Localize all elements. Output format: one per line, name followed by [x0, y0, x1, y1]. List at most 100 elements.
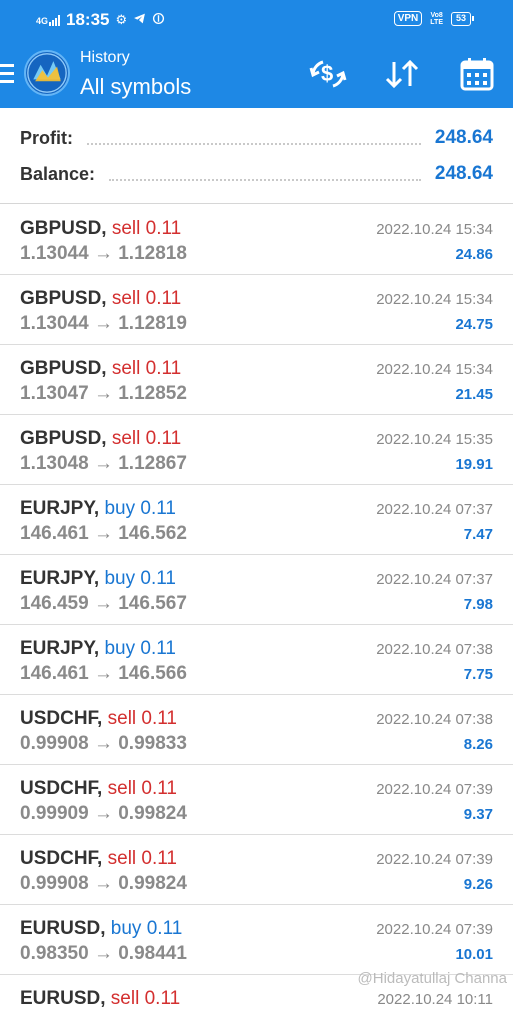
deal-volume: 0.11: [141, 708, 177, 729]
deal-prices: 146.461 → 146.566: [20, 663, 187, 684]
deal-profit: 21.45: [455, 386, 493, 403]
gear-icon: ⚙: [115, 12, 128, 27]
deal-time: 2022.10.24 07:38: [376, 711, 493, 728]
deal-symbol-line: EURUSD, buy 0.11: [20, 918, 182, 940]
deal-volume: 0.11: [145, 428, 182, 449]
calendar-button[interactable]: [455, 54, 499, 94]
deal-time: 2022.10.24 07:37: [376, 501, 493, 518]
deal-symbol-line: EURUSD, sell 0.11: [20, 988, 180, 1010]
deal-side: buy: [104, 638, 136, 659]
deal-profit: 10.01: [455, 946, 493, 963]
deal-symbol: USDCHF,: [20, 848, 103, 869]
currency-exchange-button[interactable]: $: [306, 54, 350, 94]
deal-time: 2022.10.24 15:35: [376, 431, 493, 448]
app-toolbar: History All symbols $: [0, 40, 513, 108]
svg-text:$: $: [321, 61, 333, 86]
deal-symbol: USDCHF,: [20, 778, 103, 799]
deal-side: sell: [107, 708, 137, 729]
currency-exchange-icon: $: [309, 58, 347, 90]
page-title: History: [80, 49, 130, 66]
deal-time: 2022.10.24 15:34: [376, 291, 493, 308]
balance-row: Balance: 248.64: [20, 159, 493, 189]
deal-time: 2022.10.24 07:39: [376, 921, 493, 938]
deal-symbol: GBPUSD,: [20, 288, 107, 309]
deal-volume: 0.11: [141, 848, 177, 869]
deal-prices: 1.13047 → 1.12852: [20, 383, 187, 404]
deal-row[interactable]: USDCHF, sell 0.11 0.99908 → 0.99833 2022.1…: [0, 695, 513, 765]
deal-profit: 7.98: [463, 596, 493, 613]
deal-time: 2022.10.24 10:11: [377, 991, 493, 1008]
deal-history-list: GBPUSD, sell 0.11 1.13044 → 1.12818 2022.1…: [0, 205, 513, 1013]
sort-icon: [384, 58, 420, 90]
volte-icon: Vo8 LTE: [430, 11, 443, 26]
symbol-filter-label[interactable]: All symbols: [80, 74, 191, 100]
deal-symbol: EURJPY,: [20, 568, 100, 589]
deal-profit: 9.26: [463, 876, 493, 893]
profit-row: Profit: 248.64: [20, 123, 493, 153]
deal-volume: 0.11: [140, 498, 176, 519]
deal-symbol-line: GBPUSD, sell 0.11: [20, 218, 181, 240]
deal-volume: 0.11: [145, 288, 182, 309]
deal-symbol: GBPUSD,: [20, 428, 107, 449]
deal-symbol: EURUSD,: [20, 988, 106, 1009]
deal-row[interactable]: USDCHF, sell 0.11 0.99908 → 0.99824 2022.1…: [0, 835, 513, 905]
sort-button[interactable]: [380, 54, 424, 94]
deal-time: 2022.10.24 15:34: [376, 361, 493, 378]
deal-profit: 24.86: [455, 246, 493, 263]
deal-prices: 1.13048 → 1.12867: [20, 453, 187, 474]
deal-row[interactable]: GBPUSD, sell 0.11 1.13048 → 1.12867 2022.1…: [0, 415, 513, 485]
deal-profit: 19.91: [455, 456, 493, 473]
deal-symbol-line: GBPUSD, sell 0.11: [20, 288, 181, 310]
deal-volume: 0.11: [141, 778, 177, 799]
deal-side: sell: [110, 988, 140, 1009]
deal-prices: 0.99908 → 0.99833: [20, 733, 187, 754]
deal-volume: 0.11: [140, 638, 176, 659]
deal-side: buy: [110, 918, 142, 939]
balance-value: 248.64: [434, 163, 493, 184]
deal-symbol-line: GBPUSD, sell 0.11: [20, 428, 181, 450]
status-bar-right: VPN Vo8 LTE 53: [393, 11, 475, 26]
balance-label: Balance:: [20, 163, 96, 184]
deal-profit: 24.75: [455, 316, 493, 333]
hamburger-menu-icon[interactable]: [0, 64, 14, 84]
deal-row[interactable]: GBPUSD, sell 0.11 1.13047 → 1.12852 2022.1…: [0, 345, 513, 415]
deal-profit: 7.75: [463, 666, 493, 683]
deal-volume: 0.11: [140, 568, 176, 589]
deal-prices: 146.459 → 146.567: [20, 593, 187, 614]
deal-row[interactable]: EURJPY, buy 0.11 146.459 → 146.567 2022.10…: [0, 555, 513, 625]
status-bar-left: 4G 18:35 ⚙: [36, 10, 165, 30]
deal-row[interactable]: EURUSD, buy 0.11 0.98350 → 0.98441 2022.10…: [0, 905, 513, 975]
calendar-icon: [459, 56, 495, 92]
deal-time: 2022.10.24 07:38: [376, 641, 493, 658]
deal-symbol: GBPUSD,: [20, 218, 107, 239]
deal-symbol: GBPUSD,: [20, 358, 107, 379]
deal-symbol: EURUSD,: [20, 918, 106, 939]
deal-symbol-line: USDCHF, sell 0.11: [20, 778, 177, 800]
deal-symbol-line: USDCHF, sell 0.11: [20, 708, 177, 730]
deal-row[interactable]: GBPUSD, sell 0.11 1.13044 → 1.12818 2022.1…: [0, 205, 513, 275]
deal-profit: 8.26: [463, 736, 493, 753]
deal-volume: 0.11: [145, 218, 182, 239]
deal-prices: 146.461 → 146.562: [20, 523, 187, 544]
dotted-leader: [109, 177, 421, 181]
deal-symbol: USDCHF,: [20, 708, 103, 729]
deal-prices: 1.13044 → 1.12818: [20, 243, 187, 264]
profit-label: Profit:: [20, 127, 73, 148]
deal-time: 2022.10.24 07:39: [376, 851, 493, 868]
deal-profit: 9.37: [463, 806, 493, 823]
deal-side: buy: [104, 498, 136, 519]
deal-symbol-line: EURJPY, buy 0.11: [20, 498, 176, 520]
deal-prices: 0.99908 → 0.99824: [20, 873, 187, 894]
deal-row[interactable]: EURJPY, buy 0.11 146.461 → 146.566 2022.10…: [0, 625, 513, 695]
deal-time: 2022.10.24 07:37: [376, 571, 493, 588]
deal-time: 2022.10.24 15:34: [376, 221, 493, 238]
telegram-icon: [133, 12, 146, 28]
deal-side: sell: [107, 778, 137, 799]
deal-symbol-line: EURJPY, buy 0.11: [20, 638, 176, 660]
deal-prices: 0.98350 → 0.98441: [20, 943, 187, 964]
deal-row[interactable]: USDCHF, sell 0.11 0.99909 → 0.99824 2022.1…: [0, 765, 513, 835]
deal-row[interactable]: EURJPY, buy 0.11 146.461 → 146.562 2022.10…: [0, 485, 513, 555]
deal-time: 2022.10.24 07:39: [376, 781, 493, 798]
deal-side: sell: [111, 358, 141, 379]
deal-row[interactable]: GBPUSD, sell 0.11 1.13044 → 1.12819 2022.1…: [0, 275, 513, 345]
